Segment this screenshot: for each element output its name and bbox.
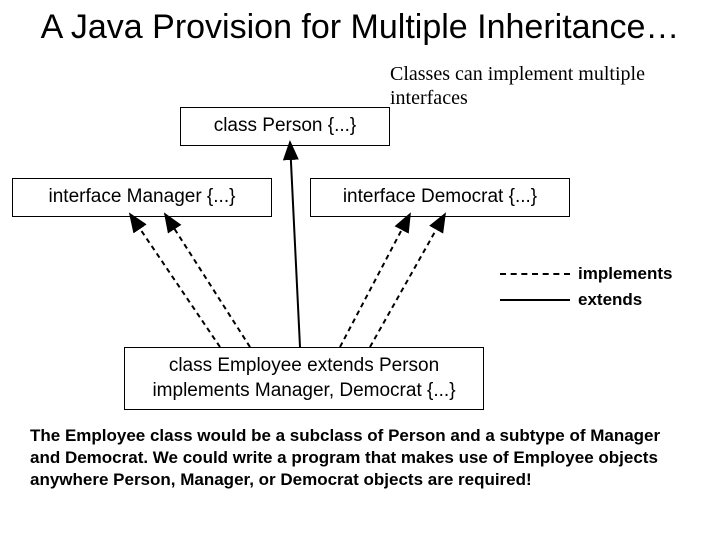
legend-dash-line [500,273,570,275]
legend-solid-line [500,299,570,301]
annotation-text: Classes can implement multiple interface… [390,63,645,109]
box-employee-text: class Employee extends Person implements… [152,355,455,401]
box-manager-text: interface Manager {...} [49,186,236,207]
explanation-paragraph: The Employee class would be a subclass o… [30,425,690,491]
paragraph-text: The Employee class would be a subclass o… [30,426,660,489]
legend-implements-label: implements [578,264,672,284]
title-text: A Java Provision for Multiple Inheritanc… [41,8,680,46]
legend-extends: extends [500,290,642,310]
box-manager: interface Manager {...} [12,178,272,217]
slide-title: A Java Provision for Multiple Inheritanc… [0,8,720,47]
box-employee: class Employee extends Person implements… [124,347,484,410]
box-person: class Person {...} [180,107,390,146]
box-person-text: class Person {...} [214,115,357,136]
legend-implements: implements [500,264,672,284]
annotation-note: Classes can implement multiple interface… [390,62,720,110]
box-democrat: interface Democrat {...} [310,178,570,217]
legend-extends-label: extends [578,290,642,310]
box-democrat-text: interface Democrat {...} [343,186,537,207]
